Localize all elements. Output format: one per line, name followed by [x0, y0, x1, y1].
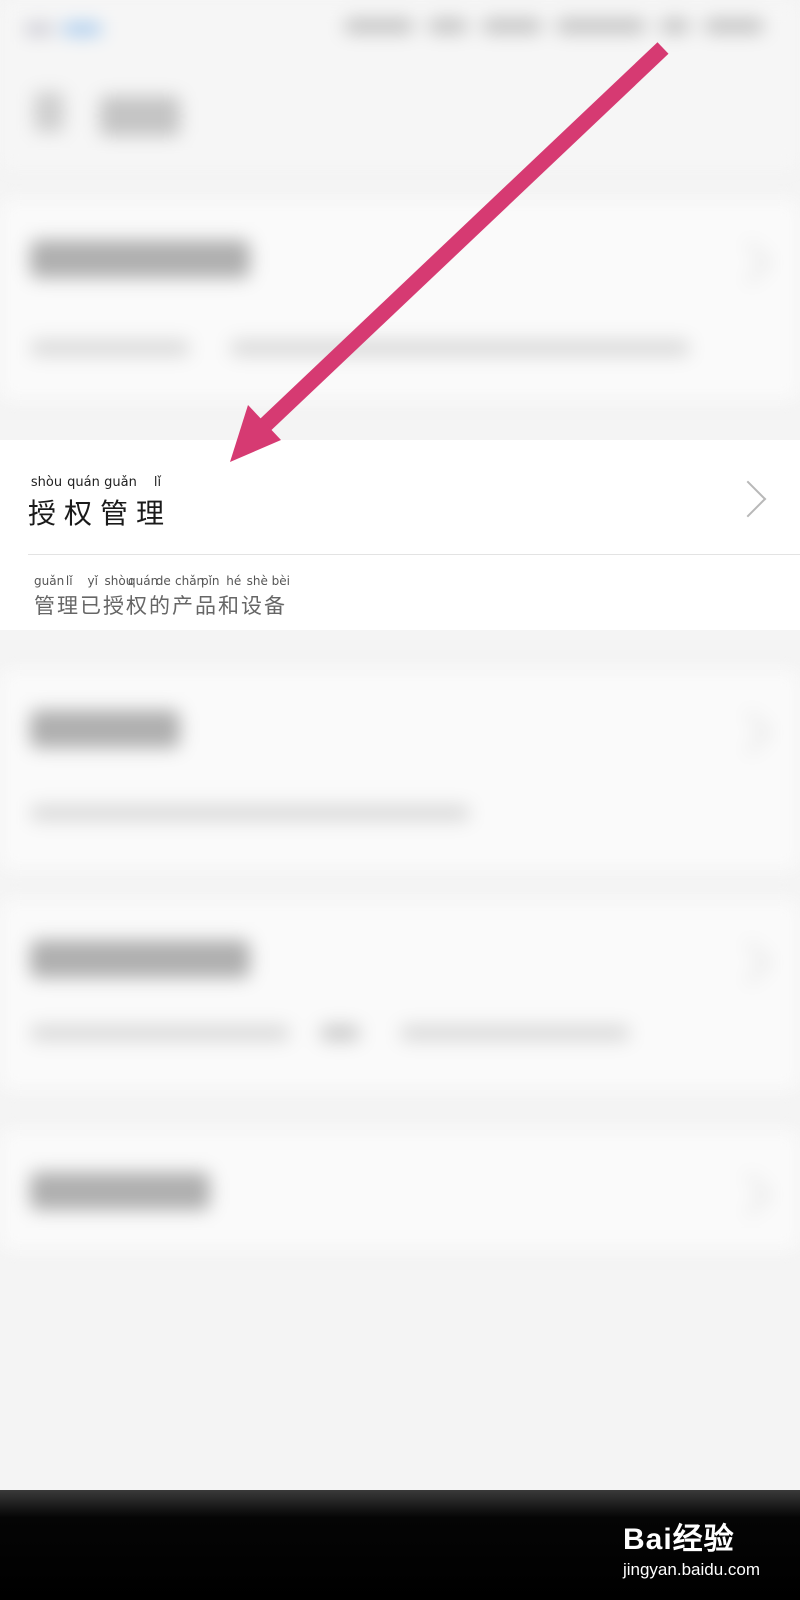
- item-title: shòu quán guǎn lǐ 授权管理: [28, 475, 176, 532]
- watermark: Bai经验 jingyan.baidu.com: [623, 1514, 760, 1580]
- description-chars: 管理已授权的产品和设备: [34, 594, 287, 618]
- pinyin-syllable: pǐn: [200, 574, 220, 588]
- description-pinyin: guǎn lǐ yǐ shòu quán de chǎn pǐn hé shè bèi: [34, 574, 293, 588]
- pinyin-syllable: guǎn: [104, 475, 137, 490]
- setting-card-5[interactable]: [0, 1130, 800, 1250]
- watermark-brand: Bai经验: [622, 1523, 735, 1556]
- pinyin-syllable: bèi: [271, 574, 290, 588]
- pinyin-syllable: shòu: [30, 475, 63, 490]
- item-divider: [28, 554, 800, 555]
- pinyin-syllable: de: [155, 574, 171, 588]
- setting-card-3[interactable]: [0, 670, 800, 870]
- status-bar: [0, 0, 800, 60]
- watermark-url: jingyan.baidu.com: [622, 1560, 760, 1579]
- title-chars: 授权管理: [28, 497, 173, 530]
- pinyin-syllable: lǐ: [65, 574, 73, 588]
- pinyin-syllable: shè: [246, 574, 268, 588]
- pinyin-syllable: chǎn: [175, 574, 205, 588]
- item-description: guǎn lǐ yǐ shòu quán de chǎn pǐn hé shè bèi 管理已授权的…: [34, 574, 293, 620]
- pinyin-syllable: hé: [226, 574, 242, 588]
- title-pinyin: shòu quán guǎn lǐ: [28, 475, 176, 490]
- pinyin-syllable: quán: [67, 475, 100, 490]
- pinyin-syllable: lǐ: [153, 475, 162, 490]
- navigation-bar: Bai经验 jingyan.baidu.com: [0, 1490, 800, 1600]
- pinyin-syllable: yǐ: [87, 574, 98, 588]
- pinyin-syllable: quán: [128, 574, 159, 588]
- setting-card-4[interactable]: [0, 900, 800, 1090]
- pinyin-syllable: guǎn: [34, 574, 65, 588]
- back-icon[interactable]: [34, 92, 64, 132]
- setting-card-1[interactable]: [0, 200, 800, 400]
- app-bar: [0, 60, 800, 170]
- pinyin-syllable: shòu: [104, 574, 134, 588]
- page-title: [100, 96, 180, 136]
